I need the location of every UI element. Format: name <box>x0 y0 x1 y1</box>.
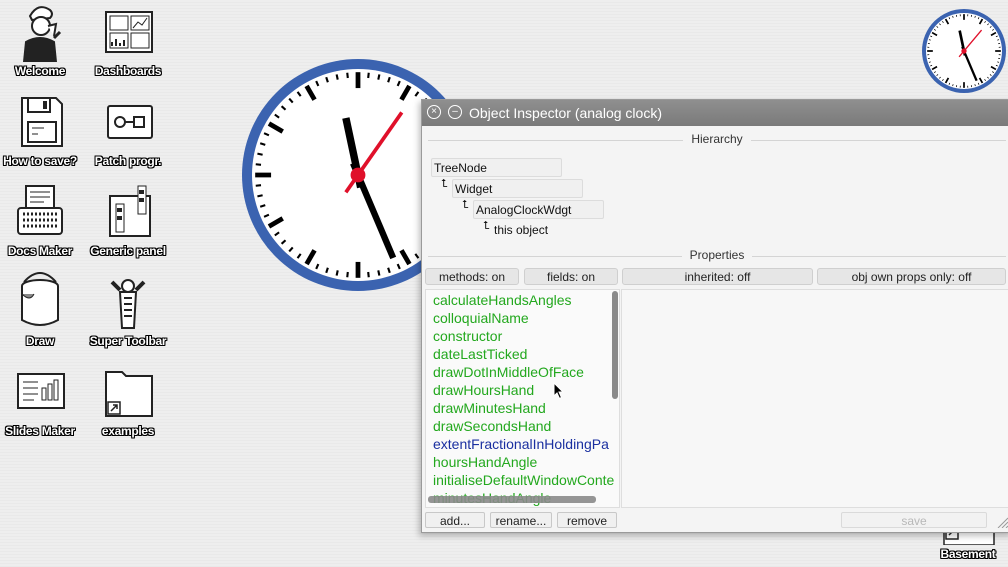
clock-minute-tick <box>367 72 370 79</box>
dashboards-desktop-item[interactable]: Dashboards <box>86 2 170 80</box>
patch-programming-icon <box>107 105 153 139</box>
inherited-toggle[interactable]: inherited: off <box>622 268 813 285</box>
how-to-save-desktop-item[interactable]: How to save? <box>0 92 82 170</box>
clock-minute-tick <box>346 271 349 278</box>
tree-node-widget[interactable]: Widget <box>452 179 583 198</box>
own-props-toggle[interactable]: obj own props only: off <box>817 268 1006 285</box>
desktop-icon-label: Patch progr. <box>94 154 162 168</box>
slides-maker-icon <box>17 373 65 409</box>
object-inspector-window[interactable]: × – Object Inspector (analog clock) Hier… <box>421 99 1008 533</box>
super-toolbar-icon <box>110 279 146 329</box>
property-detail-pane[interactable] <box>621 289 1008 508</box>
add-button[interactable]: add... <box>425 512 485 528</box>
desktop-icon-label: Generic panel <box>90 244 166 258</box>
tree-connector-icon: ⮤ <box>441 178 448 190</box>
dashboards-icon <box>105 11 153 53</box>
clock-minute-tick <box>335 270 339 276</box>
collapse-icon[interactable]: – <box>448 105 462 119</box>
property-item[interactable]: initialiseDefaultWindowConte <box>426 471 619 489</box>
mouse-cursor-icon <box>553 382 565 400</box>
draw-icon <box>21 272 59 326</box>
rename-button[interactable]: rename... <box>490 512 552 528</box>
vertical-scrollbar[interactable] <box>612 291 618 399</box>
desktop-icon-label: Super Toolbar <box>89 334 167 348</box>
property-item[interactable]: extentFractionalInHoldingPa <box>426 435 619 453</box>
desktop-icon-label: Welcome <box>14 64 66 78</box>
clock-center-dot <box>350 167 366 183</box>
clock-minute-tick <box>367 271 370 278</box>
generic-panel-desktop-item[interactable]: Generic panel <box>86 182 170 260</box>
clock-minute-tick <box>255 184 262 187</box>
clock-minute-tick <box>377 74 381 80</box>
desktop-icon-label: examples <box>101 424 155 438</box>
tree-connector-icon: ⮤ <box>483 220 490 232</box>
properties-header: Properties <box>428 248 1006 264</box>
desktop-icon-label: Slides Maker <box>5 424 75 438</box>
desktop-icon-label: How to save? <box>3 154 77 168</box>
clock-minute-tick <box>255 163 262 166</box>
methods-toggle[interactable]: methods: on <box>425 268 519 285</box>
property-item[interactable]: dateLastTicked <box>426 345 619 363</box>
property-item[interactable]: calculateHandsAngles <box>426 291 619 309</box>
tree-connector-icon: ⮤ <box>462 199 469 211</box>
tree-node-analogclockwdgt[interactable]: AnalogClockWdgt <box>473 200 604 219</box>
examples-folder-icon <box>105 371 153 417</box>
property-list[interactable]: calculateHandsAngles colloquialName constr… <box>425 289 620 508</box>
basement-label: Basement <box>940 547 996 561</box>
generic-panel-icon <box>109 185 151 237</box>
remove-button[interactable]: remove <box>557 512 617 528</box>
property-item[interactable]: drawHoursHand <box>426 381 619 399</box>
welcome-desktop-item[interactable]: Welcome <box>0 2 82 80</box>
property-item[interactable]: drawDotInMiddleOfFace <box>426 363 619 381</box>
tree-node-treenode[interactable]: TreeNode <box>431 158 562 177</box>
docs-maker-icon <box>17 185 63 235</box>
super-toolbar-desktop-item[interactable]: Super Toolbar <box>86 272 170 350</box>
desktop-icon-label: Docs Maker <box>7 244 73 258</box>
docs-maker-desktop-item[interactable]: Docs Maker <box>0 182 82 260</box>
welcome-icon <box>22 6 62 62</box>
property-item[interactable]: drawSecondsHand <box>426 417 619 435</box>
property-item[interactable]: hoursHandAngle <box>426 453 619 471</box>
inspector-titlebar[interactable]: × – Object Inspector (analog clock) <box>422 100 1008 126</box>
clock-minute-tick <box>377 270 381 276</box>
clock-minute-tick <box>257 194 263 198</box>
how-to-save-icon <box>21 97 63 147</box>
clock-minute-tick <box>335 74 339 80</box>
clock-minute-tick <box>346 72 349 79</box>
tree-node-this-object[interactable]: this object <box>494 223 548 237</box>
resize-handle-icon[interactable] <box>996 516 1008 528</box>
horizontal-scrollbar[interactable] <box>428 496 596 503</box>
property-item[interactable]: colloquialName <box>426 309 619 327</box>
slides-maker-desktop-item[interactable]: Slides Maker <box>0 362 82 440</box>
draw-desktop-item[interactable]: Draw <box>0 272 82 350</box>
hierarchy-header: Hierarchy <box>428 132 1006 148</box>
clock-center-dot <box>961 48 967 54</box>
property-item[interactable]: constructor <box>426 327 619 345</box>
inspector-title: Object Inspector (analog clock) <box>469 105 662 121</box>
property-item[interactable]: drawMinutesHand <box>426 399 619 417</box>
desktop-icon-label: Dashboards <box>94 64 162 78</box>
examples-folder-desktop-item[interactable]: examples <box>86 362 170 440</box>
fields-toggle[interactable]: fields: on <box>524 268 618 285</box>
save-button[interactable]: save <box>841 512 987 528</box>
clock-minute-tick <box>257 152 263 156</box>
close-icon[interactable]: × <box>427 105 441 119</box>
patch-programming-desktop-item[interactable]: Patch progr. <box>86 92 170 170</box>
small-analog-clock[interactable] <box>922 9 1006 93</box>
desktop-icon-label: Draw <box>25 334 55 348</box>
